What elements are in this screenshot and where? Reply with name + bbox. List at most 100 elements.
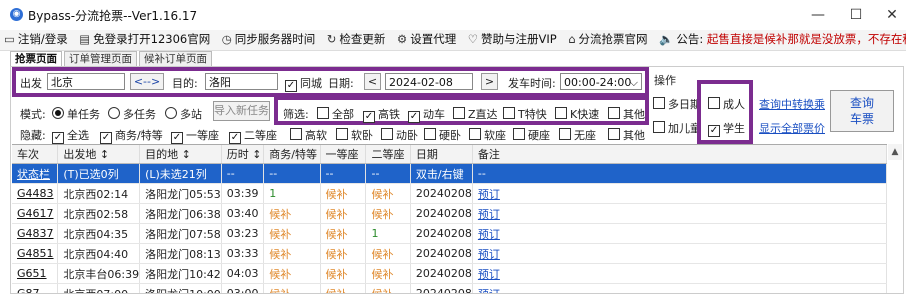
filter-option-label: 全部 — [332, 108, 354, 121]
column-header[interactable]: 日期 — [410, 145, 473, 164]
hide-checkbox[interactable]: 硬卧 — [424, 127, 461, 143]
operation-group-label: 操作 — [654, 74, 676, 87]
filter-option-label: 高铁 — [378, 108, 400, 121]
prev-date-button[interactable]: < — [364, 73, 381, 90]
table-row[interactable]: G4851 北京西04:40 洛阳龙门08:13 03:33 候补 候补 候补 2024020… — [12, 243, 887, 264]
to-station-input[interactable]: 洛阳 — [205, 73, 278, 90]
hide-checkbox[interactable]: 动卧 — [381, 127, 418, 143]
table-cell: 候补 — [263, 243, 321, 264]
book-link[interactable]: 预订 — [472, 263, 887, 284]
departure-time-select[interactable]: 00:00-24:00 ⌵ — [560, 73, 642, 90]
hide-checkbox[interactable]: 其他 — [608, 127, 645, 143]
show-all-prices-link[interactable]: 显示全部票价 — [759, 120, 825, 136]
date-input[interactable]: 2024-02-08 — [385, 73, 473, 90]
hide-checkbox[interactable]: ✓ 二等座 — [229, 127, 277, 144]
filter-checkbox[interactable]: ✓ 高铁 — [363, 106, 400, 123]
tab-waitlist-orders[interactable]: 候补订单页面 — [139, 51, 212, 67]
column-header[interactable]: 备注 — [472, 145, 887, 164]
same-city-checkbox[interactable]: ✓ 同城 — [285, 75, 322, 92]
transfer-query-link[interactable]: 查询中转换乘 — [759, 96, 825, 112]
menu-notice-label: 公告: — [676, 32, 704, 46]
maximize-button[interactable]: ☐ — [836, 2, 876, 28]
browser-icon: ▤ — [79, 32, 91, 46]
menu-official-site-label: 分流抢票官网 — [578, 32, 648, 46]
table-row[interactable]: G4617 北京西02:58 洛阳龙门06:38 03:40 候补 候补 候补 2024020… — [12, 203, 887, 224]
query-tickets-button[interactable]: 查询 车票 — [830, 90, 894, 132]
train-number-cell[interactable]: G4837 — [12, 223, 59, 244]
hide-checkbox[interactable]: 硬座 — [513, 127, 550, 143]
results-table: 车次 出发地 ↕ 目的地 ↕ 历时 ↕ 商务/特等 一等座 二等座 日期 备注 状态栏 (T)已选… — [12, 145, 887, 293]
column-header[interactable]: 车次 — [12, 145, 59, 164]
menu-official-site[interactable]: ⌂ 分流抢票官网 — [564, 30, 651, 49]
column-header[interactable]: 一等座 — [320, 145, 367, 164]
next-date-button[interactable]: > — [481, 73, 498, 90]
filter-checkbox[interactable]: Z直达 — [453, 106, 498, 122]
status-cell: 状态栏 — [12, 163, 59, 184]
menu-sponsor[interactable]: ♡ 赞助与注册VIP — [464, 30, 561, 49]
train-number-cell[interactable]: G4617 — [12, 203, 59, 224]
filter-option-label: 动车 — [423, 108, 445, 121]
train-number-cell[interactable]: G4851 — [12, 243, 59, 264]
multi-day-checkbox[interactable]: 多日期 — [653, 96, 701, 112]
filter-checkbox[interactable]: ✓ 动车 — [408, 106, 445, 123]
adult-checkbox[interactable]: 成人 — [708, 96, 745, 112]
tab-orders[interactable]: 订单管理页面 — [64, 51, 137, 67]
book-link[interactable]: 预订 — [472, 203, 887, 224]
table-row[interactable]: G4483 北京西02:14 洛阳龙门05:53 03:39 1 候补 候补 20240208… — [12, 183, 887, 204]
app-logo-icon: ◉ — [10, 8, 23, 21]
book-link[interactable]: 预订 — [472, 243, 887, 264]
radio-selected-icon — [52, 107, 64, 119]
book-link[interactable]: 预订 — [472, 183, 887, 204]
hide-option-label: 动卧 — [396, 129, 418, 142]
minimize-button[interactable]: — — [798, 2, 838, 28]
table-cell: 洛阳龙门07:58 — [139, 223, 222, 244]
check-icon: ✓ — [100, 132, 112, 144]
check-icon — [555, 107, 567, 119]
filter-checkbox[interactable]: 全部 — [317, 106, 354, 122]
filter-checkbox[interactable]: K快速 — [555, 106, 599, 122]
table-row[interactable]: G651 北京丰台06:39 洛阳龙门10:42 04:03 候补 候补 候补 2024020… — [12, 263, 887, 284]
status-cell: -- — [365, 163, 411, 184]
swap-stations-button[interactable]: <--> — [130, 73, 164, 90]
hide-checkbox[interactable]: 高软 — [290, 127, 327, 143]
table-cell: 候补 — [320, 263, 367, 284]
train-results-table: 车次 出发地 ↕ 目的地 ↕ 历时 ↕ 商务/特等 一等座 二等座 日期 备注 状态栏 (T)已选… — [12, 144, 887, 293]
hide-checkbox[interactable]: ✓ 全选 — [52, 127, 89, 144]
status-row[interactable]: 状态栏 (T)已选0列 (L)未选21列 -- -- -- -- 双击/右键 -- — [12, 163, 887, 184]
from-station-input[interactable]: 北京 — [47, 73, 125, 90]
filter-checkbox[interactable]: 其他 — [608, 106, 645, 122]
tab-grab-tickets[interactable]: 抢票页面 — [10, 51, 62, 67]
column-header[interactable]: 目的地 ↕ — [139, 145, 222, 164]
table-row[interactable]: G4837 北京西04:35 洛阳龙门07:58 03:23 候补 候补 1 20240208… — [12, 223, 887, 244]
close-button[interactable]: ✕ — [872, 2, 906, 28]
student-checkbox[interactable]: ✓ 学生 — [708, 120, 745, 137]
mode-single-radio[interactable]: 单任务 — [52, 106, 100, 122]
book-link[interactable]: 预订 — [472, 223, 887, 244]
add-child-checkbox[interactable]: 加儿童 — [653, 120, 701, 136]
hide-checkbox[interactable]: ✓ 一等座 — [171, 127, 219, 144]
menu-login[interactable]: ▭ 注销/登录 — [0, 30, 72, 49]
import-task-button[interactable]: 导入新任务 — [213, 101, 270, 121]
scroll-up-arrow-icon[interactable]: ▲ — [888, 144, 902, 160]
menu-check-update[interactable]: ↻ 检查更新 — [323, 30, 390, 49]
menu-proxy[interactable]: ⚙ 设置代理 — [393, 30, 460, 49]
mode-multistation-radio[interactable]: 多站 — [165, 106, 202, 122]
menu-sync-time[interactable]: ◷ 同步服务器时间 — [218, 30, 320, 49]
mode-multi-radio[interactable]: 多任务 — [108, 106, 156, 122]
column-header[interactable]: 二等座 — [365, 145, 411, 164]
hide-checkbox[interactable]: ✓ 商务/特等 — [100, 127, 163, 144]
menu-open-12306[interactable]: ▤ 免登录打开12306官网 — [75, 30, 214, 49]
table-cell: 03:33 — [221, 243, 265, 264]
column-header[interactable]: 商务/特等 — [263, 145, 321, 164]
column-header[interactable]: 历时 ↕ — [221, 145, 265, 164]
hide-checkbox[interactable]: 软卧 — [336, 127, 373, 143]
train-number-cell[interactable]: G4483 — [12, 183, 59, 204]
hide-checkbox[interactable]: 无座 — [559, 127, 596, 143]
hide-option-label: 软座 — [484, 129, 506, 142]
multi-day-check-icon — [653, 97, 665, 109]
hide-option-label: 无座 — [574, 129, 596, 142]
filter-checkbox[interactable]: T特快 — [503, 106, 547, 122]
column-header[interactable]: 出发地 ↕ — [57, 145, 141, 164]
hide-checkbox[interactable]: 软座 — [469, 127, 506, 143]
train-number-cell[interactable]: G651 — [12, 263, 59, 284]
